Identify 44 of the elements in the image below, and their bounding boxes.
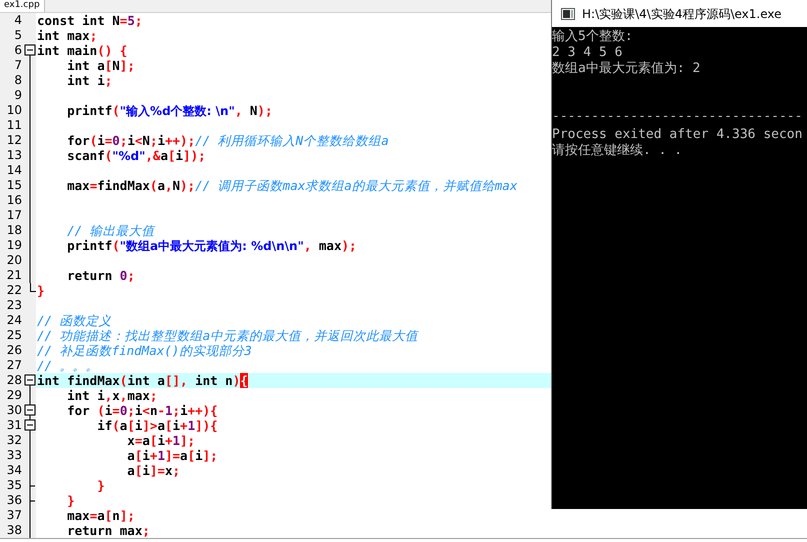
line-number: 31 [6, 418, 22, 433]
line-number: 21 [6, 268, 22, 283]
line-number: 38 [6, 523, 22, 538]
line-number: 10 [6, 103, 22, 118]
file-tab[interactable]: ex1.cpp [0, 0, 45, 12]
line-number: 28 [6, 373, 22, 388]
line-number: 26 [6, 343, 22, 358]
line-number: 30 [6, 403, 22, 418]
fold-collapse-icon[interactable] [24, 403, 36, 418]
console-output-line: 输入5个整数: [552, 29, 634, 45]
line-number: 24 [6, 313, 22, 328]
line-number: 6 [13, 43, 22, 58]
line-number: 22 [6, 283, 22, 298]
line-number: 9 [13, 88, 22, 103]
line-number: 33 [6, 448, 22, 463]
fold-collapse-icon[interactable] [24, 418, 36, 433]
line-number: 29 [6, 388, 22, 403]
line-number: 19 [6, 238, 22, 253]
line-number: 18 [6, 223, 22, 238]
line-number: 12 [6, 133, 22, 148]
line-number: 11 [6, 118, 22, 133]
line-number: 34 [6, 463, 22, 478]
line-number: 37 [6, 508, 22, 523]
fold-collapse-icon[interactable] [24, 43, 36, 58]
line-number: 15 [6, 178, 22, 193]
line-number: 36 [6, 493, 22, 508]
line-number: 25 [6, 328, 22, 343]
fold-end-line [30, 283, 36, 292]
line-number: 20 [6, 253, 22, 268]
line-number: 5 [13, 28, 22, 43]
line-number: 35 [6, 478, 22, 493]
line-number: 14 [6, 163, 22, 178]
fold-collapse-icon[interactable] [24, 373, 36, 388]
line-number: 17 [6, 208, 22, 223]
line-number: 27 [6, 358, 22, 373]
console-output-line: 2 3 4 5 6 [552, 45, 624, 61]
line-number: 16 [6, 193, 22, 208]
line-number: 8 [13, 73, 22, 88]
line-number: 4 [13, 13, 22, 28]
line-number: 32 [6, 433, 22, 448]
line-number: 23 [6, 298, 22, 313]
console-app-icon [561, 8, 575, 20]
line-number: 7 [13, 58, 22, 73]
line-number: 13 [6, 148, 22, 163]
